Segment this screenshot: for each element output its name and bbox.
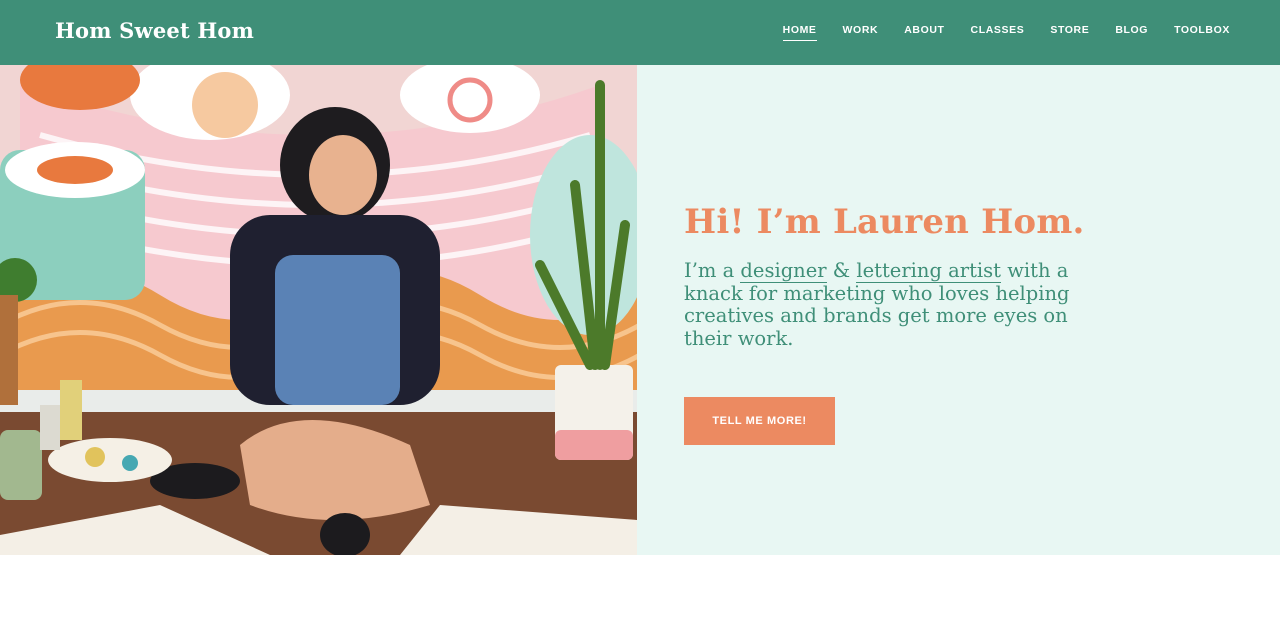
site-header: Hom Sweet Hom HOME WORK ABOUT CLASSES ST… [0,0,1280,65]
hero-headline: Hi! I’m Lauren Hom. [684,202,1085,242]
nav-item-classes[interactable]: CLASSES [971,24,1025,41]
nav-item-work[interactable]: WORK [843,24,879,41]
hero-photo [0,65,637,555]
artist-portrait-illustration [0,65,637,555]
tell-me-more-button[interactable]: TELL ME MORE! [684,397,835,445]
nav-item-home[interactable]: HOME [782,24,817,41]
main-nav: HOME WORK ABOUT CLASSES STORE BLOG TOOLB… [782,24,1230,41]
intro-ampersand: & [826,259,857,282]
nav-item-about[interactable]: ABOUT [904,24,944,41]
site-logo[interactable]: Hom Sweet Hom [55,18,254,43]
nav-item-toolbox[interactable]: TOOLBOX [1174,24,1230,41]
lettering-artist-link[interactable]: lettering artist [856,259,1002,283]
designer-link[interactable]: designer [740,259,827,283]
nav-item-store[interactable]: STORE [1050,24,1089,41]
hero-copy: Hi! I’m Lauren Hom. I’m a designer & let… [637,65,1280,555]
intro-text-start: I’m a [684,259,741,282]
hero-intro: I’m a designer & lettering artist with a… [684,259,1084,350]
nav-item-blog[interactable]: BLOG [1115,24,1148,41]
